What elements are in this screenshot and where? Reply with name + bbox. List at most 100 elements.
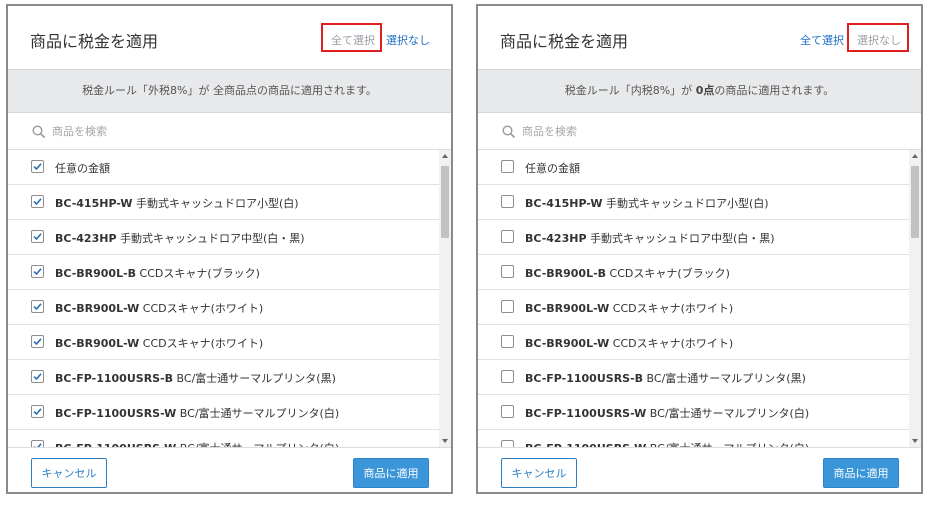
product-name: CCDスキャナ(ホワイト) [609,302,734,315]
checkbox[interactable] [501,335,514,348]
scrollbar[interactable] [439,150,451,447]
product-code: BC-BR900L-W [55,337,140,350]
product-list-item[interactable]: BC-FP-1100USRS-B BC/富士通サーマルプリンタ(黒) [478,360,909,395]
checkbox-checked[interactable] [31,440,44,447]
product-label: 任意の金額 [525,160,580,176]
scroll-down-icon[interactable] [442,439,448,443]
product-label: BC-FP-1100USRS-B BC/富士通サーマルプリンタ(黒) [525,370,806,386]
checkbox-checked[interactable] [31,405,44,418]
product-label: BC-423HP 手動式キャッシュドロア中型(白・黒) [525,230,775,246]
modal-header: 商品に税金を適用 全て選択 選択なし [8,6,451,69]
tax-rule-info: 税金ルール「外税8%」が 全商品点の商品に適用されます。 [8,69,451,113]
product-name: 任意の金額 [55,162,110,175]
search-row [478,113,921,150]
product-label: BC-415HP-W 手動式キャッシュドロア小型(白) [55,195,299,211]
checkbox-checked[interactable] [31,160,44,173]
select-all-link[interactable]: 全て選択 [800,32,844,48]
info-suffix: の商品に適用されます。 [257,84,377,97]
cancel-button[interactable]: キャンセル [31,458,107,488]
checkbox[interactable] [501,440,514,447]
product-name: BC/富士通サーマルプリンタ(白) [176,407,340,420]
modal-title: 商品に税金を適用 [30,32,159,51]
checkbox[interactable] [501,230,514,243]
select-none-link[interactable]: 選択なし [386,32,430,48]
apply-tax-modal-right: 商品に税金を適用 全て選択 選択なし 税金ルール「内税8%」が 0点の商品に適用… [476,4,923,494]
product-list-item[interactable]: BC-FP-1100USRS-W BC/富士通サーマルプリンタ(白) [8,395,439,430]
scrollbar[interactable] [909,150,921,447]
product-list-item[interactable]: 任意の金額 [8,150,439,185]
product-list-item[interactable]: BC-FP-1100USRS-B BC/富士通サーマルプリンタ(黒) [8,360,439,395]
product-label: BC-FP-1100USRS-W BC/富士通サーマルプリンタ(白) [55,405,339,421]
checkmark-icon [33,373,42,381]
product-name: CCDスキャナ(ブラック) [606,267,730,280]
product-code: BC-FP-1100USRS-B [55,372,174,385]
tax-rule-info: 税金ルール「内税8%」が 0点の商品に適用されます。 [478,69,921,113]
search-input[interactable] [522,122,822,140]
product-list-item[interactable]: BC-BR900L-B CCDスキャナ(ブラック) [8,255,439,290]
apply-to-products-button[interactable]: 商品に適用 [353,458,429,488]
product-list: 任意の金額 BC-415HP-W 手動式キャッシュドロア小型(白) BC-423HP… [478,150,909,447]
modal-footer: キャンセル 商品に適用 [478,447,921,492]
product-label: 任意の金額 [55,160,110,176]
modal-footer: キャンセル 商品に適用 [8,447,451,492]
product-list-item[interactable]: 任意の金額 [478,150,909,185]
product-list-item[interactable]: BC-BR900L-W CCDスキャナ(ホワイト) [8,290,439,325]
product-code: BC-415HP-W [525,197,603,210]
scrollbar-thumb[interactable] [911,166,919,238]
product-list-item[interactable]: BC-FP-1100USRS-W BC/富士通サーマルプリンタ(白) [478,395,909,430]
product-list-item[interactable]: BC-415HP-W 手動式キャッシュドロア小型(白) [8,185,439,220]
checkbox[interactable] [501,265,514,278]
scroll-up-icon[interactable] [912,154,918,158]
checkbox[interactable] [501,300,514,313]
checkbox[interactable] [501,405,514,418]
product-list-item[interactable]: BC-423HP 手動式キャッシュドロア中型(白・黒) [8,220,439,255]
product-name: CCDスキャナ(ホワイト) [609,337,734,350]
checkmark-icon [33,338,42,346]
product-name: BC/富士通サーマルプリンタ(黒) [643,372,806,385]
checkbox-checked[interactable] [31,195,44,208]
checkbox-checked[interactable] [31,370,44,383]
checkbox[interactable] [501,160,514,173]
cancel-button[interactable]: キャンセル [501,458,577,488]
checkbox-checked[interactable] [31,230,44,243]
product-code: BC-FP-1100USRS-W [525,407,647,420]
product-code: BC-BR900L-B [525,267,607,280]
product-list-item[interactable]: BC-FP-1100USRS-W BC/富士通サーマルプリンタ(白) [8,430,439,447]
info-prefix: 税金ルール「外税8%」が [82,84,210,97]
product-list-item[interactable]: BC-BR900L-W CCDスキャナ(ホワイト) [478,290,909,325]
product-list-item[interactable]: BC-BR900L-B CCDスキャナ(ブラック) [478,255,909,290]
checkmark-icon [33,408,42,416]
product-list-item[interactable]: BC-415HP-W 手動式キャッシュドロア小型(白) [478,185,909,220]
search-input[interactable] [52,122,352,140]
checkbox-checked[interactable] [31,300,44,313]
apply-to-products-button[interactable]: 商品に適用 [823,458,899,488]
checkmark-icon [33,233,42,241]
product-name: BC/富士通サーマルプリンタ(白) [646,407,810,420]
product-list-item[interactable]: BC-BR900L-W CCDスキャナ(ホワイト) [478,325,909,360]
product-code: BC-BR900L-B [55,267,137,280]
checkbox-checked[interactable] [31,335,44,348]
product-code: BC-423HP [525,232,587,245]
scrollbar-thumb[interactable] [441,166,449,238]
product-code: BC-415HP-W [55,197,133,210]
info-prefix: 税金ルール「内税8%」が [564,84,693,97]
product-label: BC-BR900L-W CCDスキャナ(ホワイト) [525,300,733,316]
product-code: BC-BR900L-W [525,302,610,315]
product-list-item[interactable]: BC-FP-1100USRS-W BC/富士通サーマルプリンタ(白) [478,430,909,447]
scroll-up-icon[interactable] [442,154,448,158]
checkmark-icon [33,163,42,171]
scroll-down-icon[interactable] [912,439,918,443]
product-name: 任意の金額 [525,162,580,175]
product-name: CCDスキャナ(ホワイト) [139,302,264,315]
search-icon [32,125,46,139]
product-label: BC-BR900L-B CCDスキャナ(ブラック) [525,265,730,281]
product-list-item[interactable]: BC-423HP 手動式キャッシュドロア中型(白・黒) [478,220,909,255]
checkbox[interactable] [501,195,514,208]
product-list-item[interactable]: BC-BR900L-W CCDスキャナ(ホワイト) [8,325,439,360]
product-name: 手動式キャッシュドロア中型(白・黒) [586,232,775,245]
highlight-box [847,23,909,52]
checkbox-checked[interactable] [31,265,44,278]
checkbox[interactable] [501,370,514,383]
product-label: BC-423HP 手動式キャッシュドロア中型(白・黒) [55,230,305,246]
apply-tax-modal-left: 商品に税金を適用 全て選択 選択なし 税金ルール「外税8%」が 全商品点の商品に… [6,4,453,494]
